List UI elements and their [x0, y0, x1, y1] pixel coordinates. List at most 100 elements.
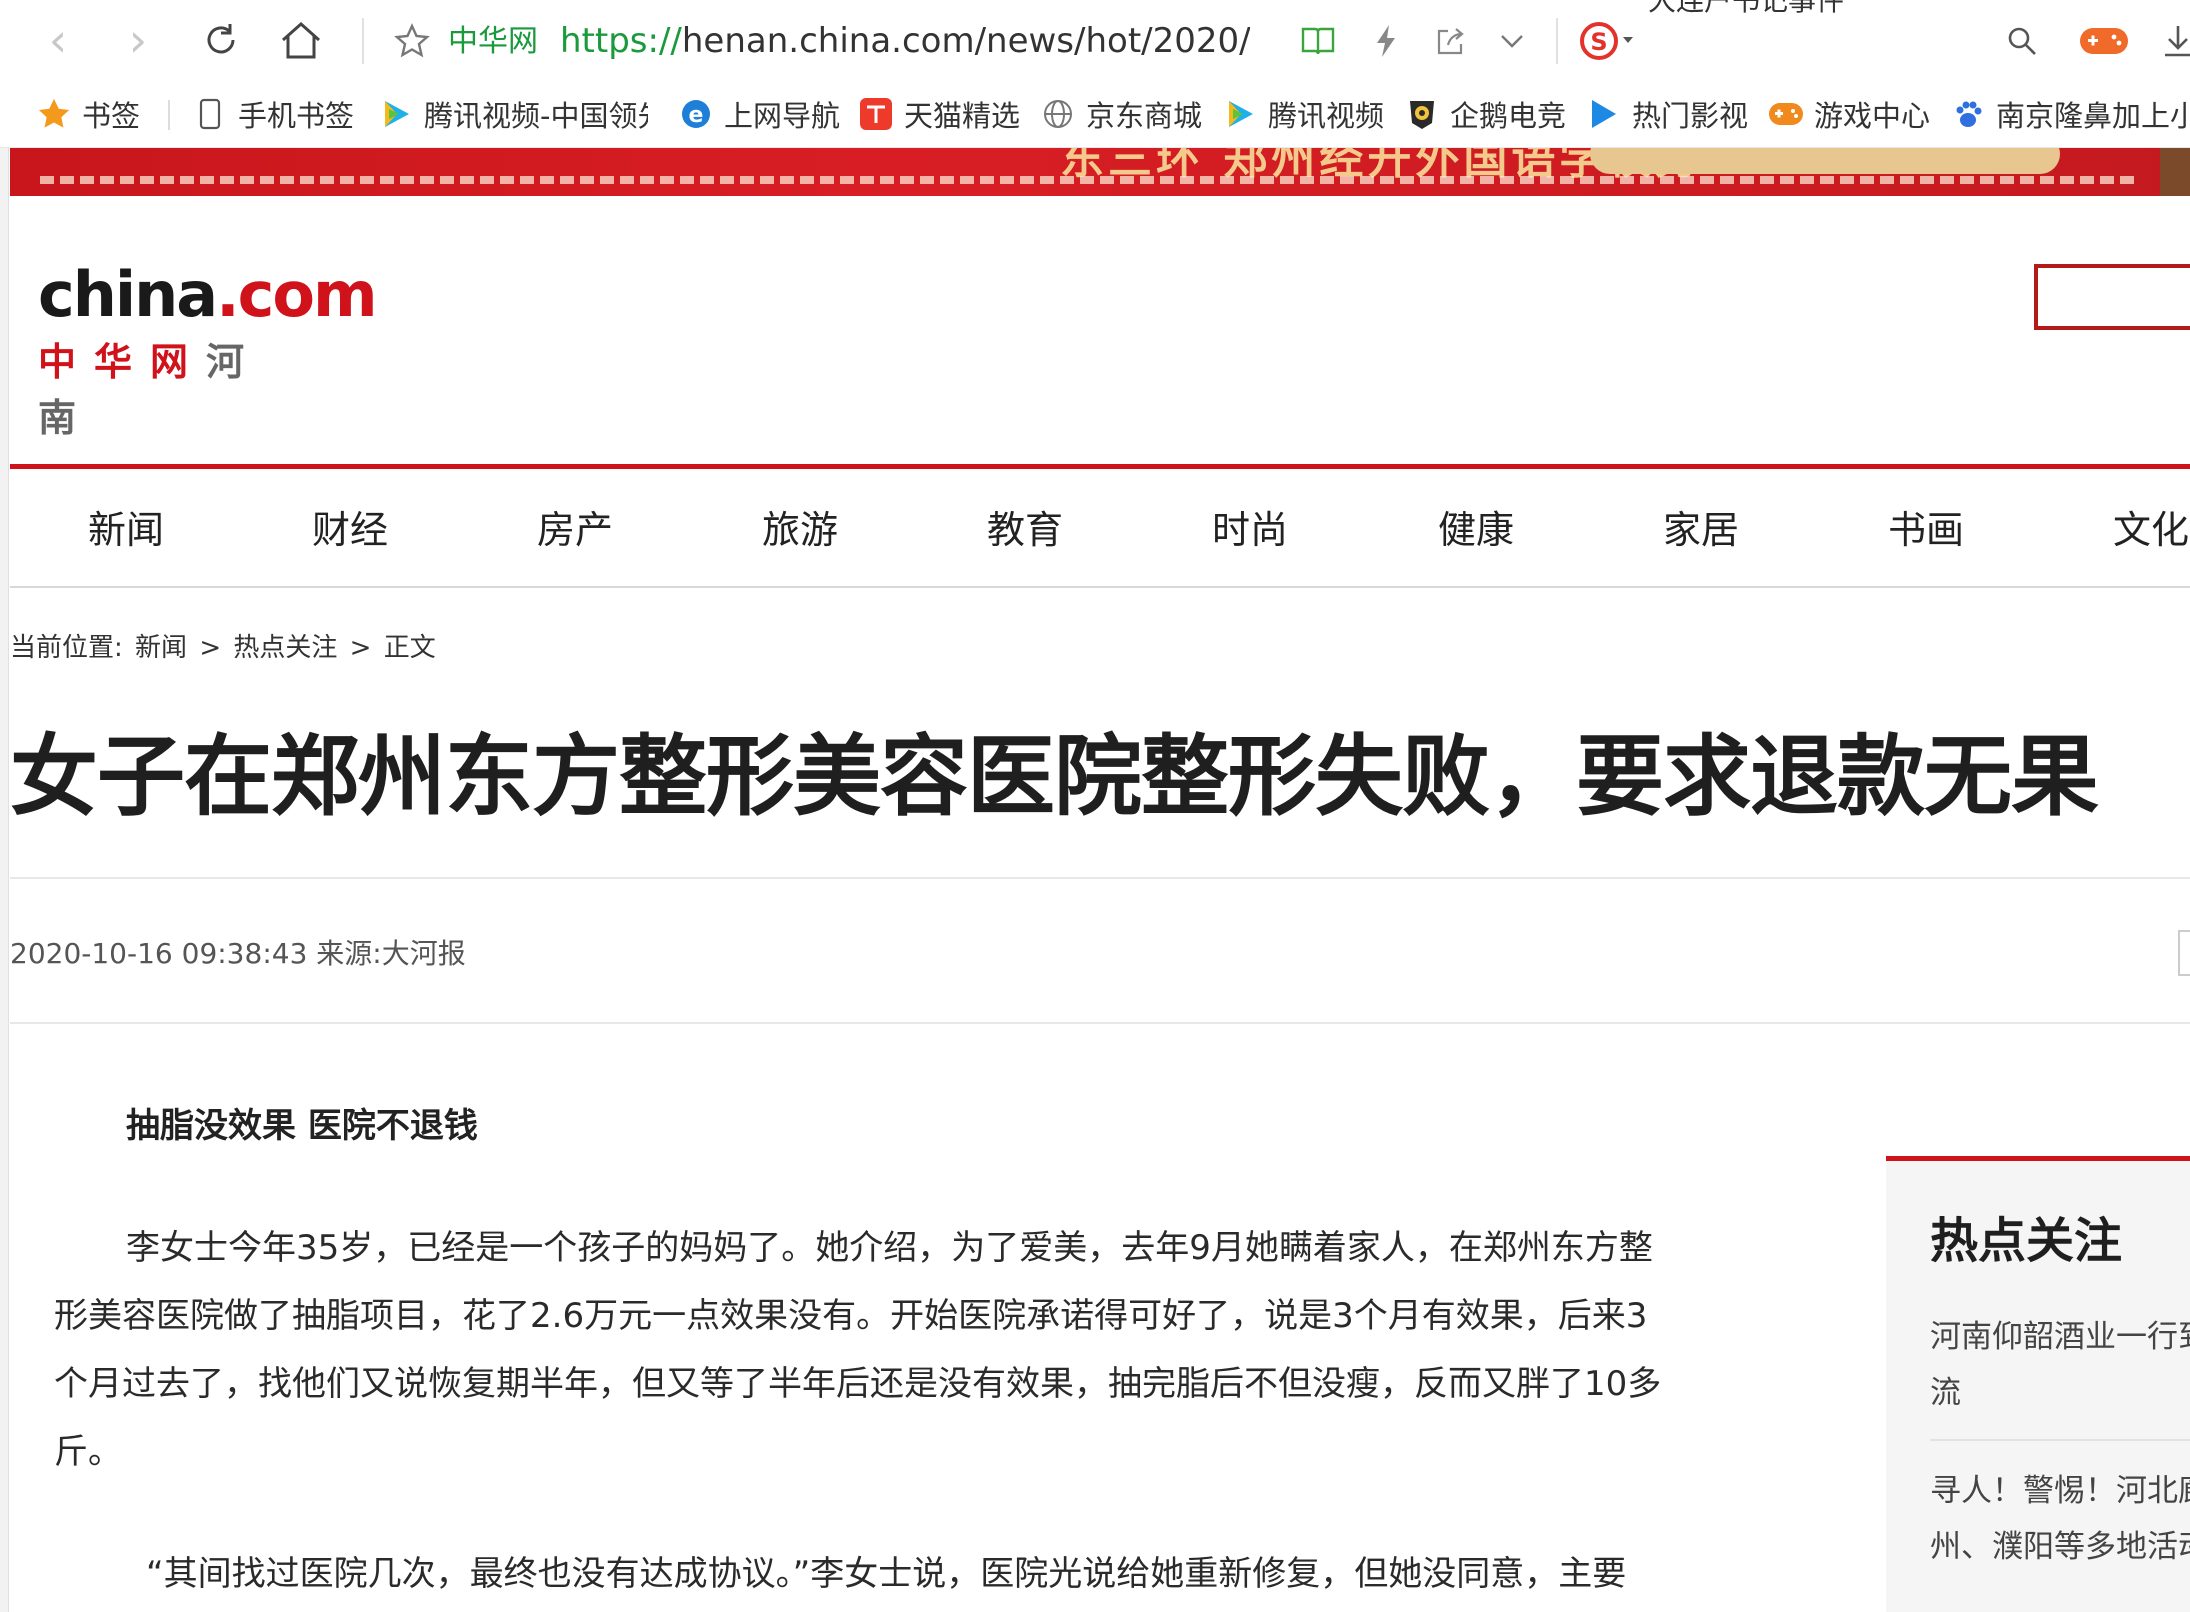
article-title: 女子在郑州东方整形美容医院整形失败，要求退款无果 [10, 725, 2099, 828]
chevron-down-icon[interactable] [1490, 18, 1534, 64]
logo-en-dot: .com [216, 258, 378, 331]
article-datetime: 2020-10-16 09:38:43 [10, 937, 308, 970]
bookmarks-bar: 书签 手机书签 腾讯视频-中国领先 e 上网导航 天猫精选 京东商城 腾讯视频 … [0, 82, 2190, 148]
bookmark-item-tencent-video[interactable]: 腾讯视频-中国领先 [378, 90, 648, 138]
ad-banner[interactable]: 东三环 郑州经开外国语学校旁 [10, 148, 2190, 196]
paw-icon [1950, 96, 1986, 132]
home-icon[interactable] [276, 12, 326, 68]
gamepad-icon [1768, 96, 1804, 132]
nav-item-finance[interactable]: 财经 [312, 507, 388, 553]
sidebar-news-item[interactable]: 寻人！警惕！河北廊 州、濮阳等多地活动 [1930, 1439, 2190, 1575]
nav-item-news[interactable]: 新闻 [88, 507, 164, 553]
tencent-video-icon [378, 96, 414, 132]
bookmark-item-baidu[interactable]: 南京隆鼻加上小 [1950, 90, 2190, 138]
reload-icon[interactable] [196, 12, 246, 68]
site-name-label: 中华网 [448, 24, 538, 59]
paragraph-line: 形美容医院做了抽脂项目，花了2.6万元一点效果没有。开始医院承诺得可好了，说是3… [54, 1296, 1648, 1336]
nav-item-realestate[interactable]: 房产 [537, 507, 613, 553]
toolbar-divider [1556, 18, 1558, 64]
breadcrumb-sep: > [349, 633, 372, 663]
address-bar[interactable]: https://henan.china.com/news/hot/2020/10… [560, 18, 1250, 64]
article-paragraph: 李女士今年35岁，已经是一个孩子的妈妈了。她介绍，为了爱美，去年9月她瞒着家人，… [54, 1214, 1754, 1486]
logo-cn-red: 中华网 [38, 340, 207, 384]
back-arrow-icon[interactable]: ‹ [36, 12, 80, 68]
article-meta: 2020-10-16 09:38:43 来源:大河报 [10, 936, 466, 972]
divider [10, 877, 2190, 879]
bookmark-item-shuqian[interactable]: 书签 [36, 90, 140, 138]
url-scheme: https:// [560, 21, 682, 61]
nav-item-education[interactable]: 教育 [987, 507, 1063, 553]
bookmark-item-nav[interactable]: e 上网导航 [678, 90, 840, 138]
bookmark-label: 手机书签 [238, 99, 355, 133]
nav-item-art[interactable]: 书画 [1888, 507, 1964, 553]
bookmark-label: 南京隆鼻加上小 [1996, 99, 2190, 133]
breadcrumb-hot[interactable]: 热点关注 [233, 633, 337, 663]
gamepad-icon[interactable] [2076, 18, 2132, 64]
download-icon[interactable] [2158, 18, 2190, 64]
logo-chinese: 中华网河南 [38, 334, 318, 446]
bookmark-label: 企鹅电竞 [1450, 99, 1567, 133]
search-icon[interactable] [2000, 18, 2044, 64]
sidebar-news-item[interactable]: 河南仰韶酒业一行到 流 [1930, 1309, 2190, 1421]
breadcrumb-current: 正文 [383, 633, 436, 663]
source-label: 来源: [316, 937, 382, 970]
ad-fine-print [40, 176, 2140, 184]
star-icon [36, 96, 72, 132]
share-widget[interactable] [2178, 930, 2190, 976]
bookmark-label: 上网导航 [724, 99, 841, 133]
article-paragraph: “其间找过医院几次，最终也没有达成协议。”李女士说，医院光说给她重新修复，但她没… [54, 1540, 1754, 1608]
bookmark-label: 京东商城 [1086, 99, 1203, 133]
sidebar-item-line: 河南仰韶酒业一行到 [1930, 1319, 2190, 1355]
bookmark-item-tmall[interactable]: 天猫精选 [858, 90, 1020, 138]
bookmark-item-mobile[interactable]: 手机书签 [192, 90, 354, 138]
bookmark-item-movies[interactable]: 热门影视 [1586, 90, 1748, 138]
nav-item-home[interactable]: 家居 [1663, 507, 1739, 553]
share-icon[interactable] [1428, 18, 1472, 64]
bookmark-label: 天猫精选 [904, 99, 1021, 133]
nav-item-culture[interactable]: 文化 [2113, 507, 2189, 553]
toolbar-divider [362, 18, 364, 64]
divider [10, 1022, 2190, 1024]
nav-item-fashion[interactable]: 时尚 [1212, 507, 1288, 553]
site-search-input[interactable] [2034, 264, 2190, 330]
article-source: 大河报 [381, 937, 466, 970]
bookmark-item-tencent-video-2[interactable]: 腾讯视频 [1222, 90, 1384, 138]
nav-item-travel[interactable]: 旅游 [762, 507, 838, 553]
bookmark-label: 书签 [82, 99, 141, 133]
bookmark-star-icon[interactable] [390, 18, 434, 64]
tmall-icon [858, 96, 894, 132]
bookmark-item-jd[interactable]: 京东商城 [1040, 90, 1202, 138]
ad-decoration [2160, 148, 2190, 196]
logo-wordmark: china.com [38, 258, 378, 332]
breadcrumb-news[interactable]: 新闻 [135, 633, 187, 663]
main-nav: 新闻 财经 房产 旅游 教育 时尚 健康 家居 书画 文化 [10, 464, 2190, 588]
forward-arrow-icon[interactable]: › [116, 12, 160, 68]
lightning-icon[interactable] [1364, 18, 1408, 64]
paragraph-line: 个月过去了，找他们又说恢复期半年，但又等了半年后还是没有效果，抽完脂后不但没瘦，… [54, 1364, 1662, 1404]
ie-icon: e [678, 96, 714, 132]
play-icon [1586, 96, 1622, 132]
sidebar-item-line: 流 [1930, 1375, 1961, 1411]
bookmark-item-games[interactable]: 游戏中心 [1768, 90, 1930, 138]
window-left-border [0, 148, 9, 1612]
tencent-video-icon [1222, 96, 1258, 132]
hot-search-text[interactable]: 大连户书记事件 [1648, 0, 1844, 16]
bookmark-label: 腾讯视频-中国领先 [424, 99, 648, 133]
bookmark-label: 热门影视 [1632, 99, 1749, 133]
nav-item-health[interactable]: 健康 [1438, 507, 1514, 553]
hot-topics-sidebar: 热点关注 河南仰韶酒业一行到 流 寻人！警惕！河北廊 州、濮阳等多地活动 [1886, 1156, 2190, 1612]
article-subheading: 抽脂没效果 医院不退钱 [126, 1106, 478, 1146]
reader-mode-icon[interactable] [1296, 18, 1340, 64]
ad-highlight-pill [1590, 148, 2060, 174]
breadcrumb-prefix: 当前位置: [10, 633, 123, 663]
bookmark-item-esports[interactable]: 企鹅电竞 [1404, 90, 1566, 138]
browser-toolbar: ‹ › 中华网 https://henan.china.com/news/hot… [0, 0, 2190, 82]
globe-icon [1040, 96, 1076, 132]
penguin-icon [1404, 96, 1440, 132]
sogou-search-icon[interactable]: S [1574, 16, 1640, 66]
svg-text:S: S [1590, 28, 1607, 56]
paragraph-line: “其间找过医院几次，最终也没有达成协议。”李女士说，医院光说给她重新修复，但她没… [146, 1554, 1627, 1594]
svg-text:e: e [689, 103, 704, 128]
site-logo[interactable]: china.com 中华网河南 [38, 258, 378, 440]
url-path: henan.china.com/news/hot/2020/1016 [681, 21, 1250, 61]
